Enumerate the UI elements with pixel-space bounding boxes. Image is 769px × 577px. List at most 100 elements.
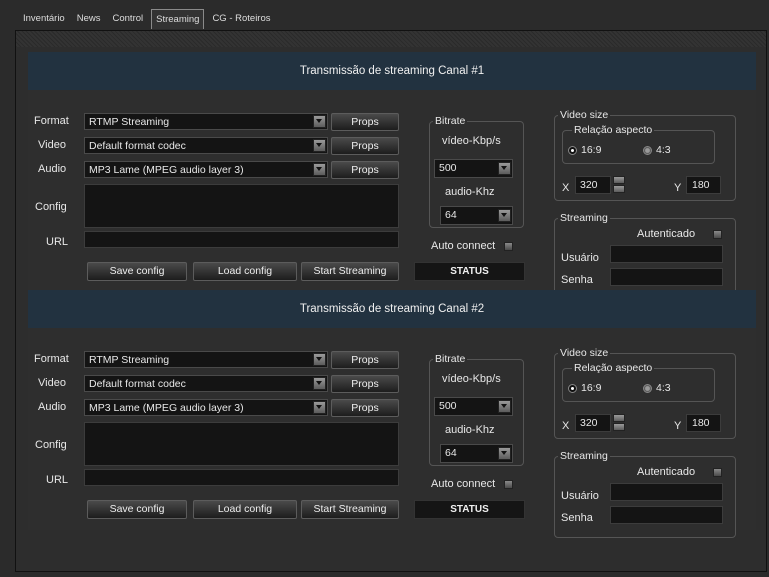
load-config-button[interactable]: Load config [193, 262, 297, 281]
audio-props-button[interactable]: Props [331, 161, 399, 179]
video-select[interactable]: Default format codec [84, 375, 328, 392]
video-bitrate-value: 500 [439, 162, 457, 174]
aspect-4-3-radio[interactable] [643, 384, 652, 393]
video-props-button[interactable]: Props [331, 137, 399, 155]
format-props-button[interactable]: Props [331, 113, 399, 131]
spinner-down-icon[interactable] [613, 423, 625, 431]
chevron-down-icon [313, 163, 326, 176]
chevron-down-icon [313, 401, 326, 414]
format-label: Format [34, 115, 69, 127]
url-input[interactable] [84, 231, 399, 248]
aspect-16-9-label: 16:9 [581, 382, 602, 394]
load-config-button[interactable]: Load config [193, 500, 297, 519]
tab-bar: Inventário News Control Streaming CG - R… [19, 9, 275, 30]
height-input[interactable]: 180 [686, 414, 721, 432]
video-size-group: Video size Relação aspecto 16:9 4:3 X 32… [554, 347, 736, 439]
aspect-ratio-title: Relação aspecto [572, 362, 655, 374]
aspect-4-3-radio[interactable] [643, 146, 652, 155]
status-indicator: STATUS [414, 262, 525, 281]
x-label: X [562, 420, 570, 432]
audio-bitrate-select[interactable]: 64 [440, 206, 513, 225]
spinner-up-icon[interactable] [613, 176, 625, 184]
aspect-16-9-radio[interactable] [568, 146, 577, 155]
aspect-4-3-label: 4:3 [656, 144, 671, 156]
audio-label: Audio [38, 163, 67, 175]
height-input[interactable]: 180 [686, 176, 721, 194]
channel-2-title: Transmissão de streaming Canal #2 [28, 290, 756, 328]
channel-2-section: Transmissão de streaming Canal #2 Format… [28, 290, 756, 538]
start-streaming-button[interactable]: Start Streaming [301, 262, 399, 281]
bitrate-title: Bitrate [433, 353, 468, 365]
start-streaming-button[interactable]: Start Streaming [301, 500, 399, 519]
autenticado-checkbox[interactable] [713, 230, 722, 239]
url-input[interactable] [84, 469, 399, 486]
spinner-up-icon[interactable] [613, 414, 625, 422]
video-size-title: Video size [558, 109, 611, 121]
audio-bitrate-value: 64 [445, 447, 457, 459]
autenticado-checkbox[interactable] [713, 468, 722, 477]
tab-inventario[interactable]: Inventário [19, 9, 69, 28]
height-value: 180 [692, 417, 710, 429]
height-value: 180 [692, 179, 710, 191]
audio-bitrate-value: 64 [445, 209, 457, 221]
video-select[interactable]: Default format codec [84, 137, 328, 154]
video-select-value: Default format codec [89, 378, 186, 390]
format-props-button[interactable]: Props [331, 351, 399, 369]
audio-select-value: MP3 Lame (MPEG audio layer 3) [89, 164, 244, 176]
aspect-4-3-label: 4:3 [656, 382, 671, 394]
channel-1-section: Transmissão de streaming Canal #1 Format… [28, 52, 756, 300]
video-label: Video [38, 377, 66, 389]
config-textarea[interactable] [84, 422, 399, 466]
auto-connect-label: Auto connect [431, 240, 496, 252]
audio-select[interactable]: MP3 Lame (MPEG audio layer 3) [84, 399, 328, 416]
video-bitrate-select[interactable]: 500 [434, 159, 513, 178]
config-label: Config [35, 201, 67, 213]
x-label: X [562, 182, 570, 194]
chevron-down-icon [313, 377, 326, 390]
chevron-down-icon [498, 209, 511, 222]
video-props-button[interactable]: Props [331, 375, 399, 393]
tab-cg-roteiros[interactable]: CG - Roteiros [208, 9, 274, 28]
format-select[interactable]: RTMP Streaming [84, 113, 328, 130]
width-spinner[interactable] [613, 414, 625, 432]
panel-header-strip [16, 31, 766, 47]
senha-input[interactable] [610, 506, 723, 524]
audio-props-button[interactable]: Props [331, 399, 399, 417]
audio-bitrate-select[interactable]: 64 [440, 444, 513, 463]
video-size-group: Video size Relação aspecto 16:9 4:3 X 32… [554, 109, 736, 201]
usuario-input[interactable] [610, 483, 723, 501]
config-textarea[interactable] [84, 184, 399, 228]
streaming-auth-group: Streaming Autenticado Usuário Senha [554, 212, 736, 300]
usuario-input[interactable] [610, 245, 723, 263]
auto-connect-checkbox[interactable] [504, 480, 513, 489]
senha-input[interactable] [610, 268, 723, 286]
url-label: URL [46, 236, 69, 248]
width-input[interactable]: 320 [575, 176, 611, 194]
spinner-down-icon[interactable] [613, 185, 625, 193]
usuario-label: Usuário [561, 252, 599, 264]
video-kbps-label: vídeo-Kbp/s [442, 373, 501, 385]
usuario-label: Usuário [561, 490, 599, 502]
chevron-down-icon [313, 353, 326, 366]
video-bitrate-select[interactable]: 500 [434, 397, 513, 416]
bitrate-group: Bitrate vídeo-Kbp/s 500 audio-Khz 64 [429, 115, 524, 228]
senha-label: Senha [561, 512, 593, 524]
auto-connect-checkbox[interactable] [504, 242, 513, 251]
audio-select-value: MP3 Lame (MPEG audio layer 3) [89, 402, 244, 414]
tab-streaming[interactable]: Streaming [151, 9, 205, 29]
width-spinner[interactable] [613, 176, 625, 194]
senha-label: Senha [561, 274, 593, 286]
video-kbps-label: vídeo-Kbp/s [442, 135, 501, 147]
format-select[interactable]: RTMP Streaming [84, 351, 328, 368]
chevron-down-icon [313, 115, 326, 128]
save-config-button[interactable]: Save config [87, 500, 187, 519]
width-input[interactable]: 320 [575, 414, 611, 432]
autenticado-label: Autenticado [637, 466, 696, 478]
tab-control[interactable]: Control [109, 9, 148, 28]
save-config-button[interactable]: Save config [87, 262, 187, 281]
streaming-title: Streaming [558, 212, 610, 224]
aspect-16-9-radio[interactable] [568, 384, 577, 393]
tab-news[interactable]: News [73, 9, 105, 28]
aspect-ratio-title: Relação aspecto [572, 124, 655, 136]
audio-select[interactable]: MP3 Lame (MPEG audio layer 3) [84, 161, 328, 178]
